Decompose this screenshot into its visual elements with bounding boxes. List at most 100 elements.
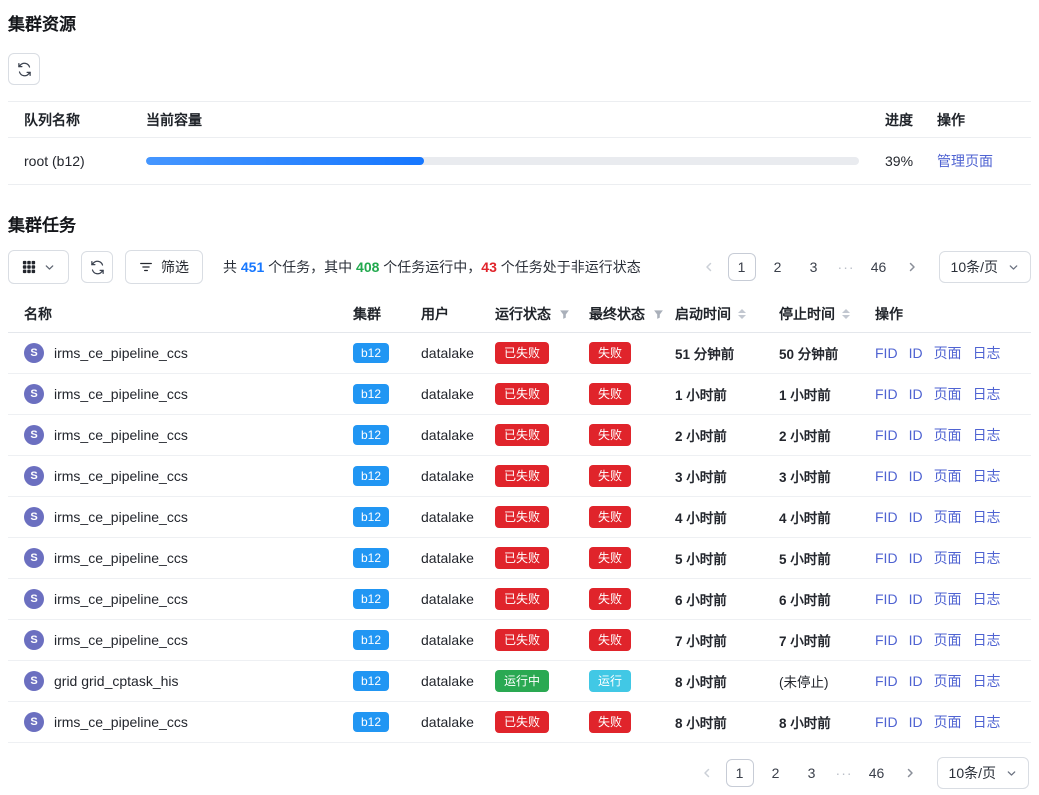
task-action-link[interactable]: 日志 xyxy=(973,671,1001,691)
manage-page-link[interactable]: 管理页面 xyxy=(937,153,993,169)
pagination-page-2[interactable]: 2 xyxy=(762,759,790,787)
task-action-link[interactable]: 日志 xyxy=(973,384,1001,404)
run-status-badge: 已失败 xyxy=(495,547,549,569)
task-action-link[interactable]: ID xyxy=(909,673,923,689)
run-status-badge: 已失败 xyxy=(495,506,549,528)
resources-refresh-button[interactable] xyxy=(8,53,40,85)
task-action-link[interactable]: 日志 xyxy=(973,425,1001,445)
task-type-icon: S xyxy=(24,507,44,527)
progress-column-header: 进度 xyxy=(885,110,937,130)
pagination-page-2[interactable]: 2 xyxy=(764,253,792,281)
table-row: S irms_ce_pipeline_ccs b12 datalake 已失败 … xyxy=(8,456,1031,497)
progress-value: 39% xyxy=(885,153,937,169)
filter-button[interactable]: 筛选 xyxy=(125,250,203,284)
task-action-link[interactable]: 页面 xyxy=(934,671,962,691)
filter-button-label: 筛选 xyxy=(161,257,189,277)
pagination-page-3[interactable]: 3 xyxy=(800,253,828,281)
task-action-link[interactable]: 页面 xyxy=(934,589,962,609)
pagination-page-3[interactable]: 3 xyxy=(798,759,826,787)
task-action-link[interactable]: ID xyxy=(909,509,923,525)
run-status-column-header: 运行状态 xyxy=(495,304,589,324)
task-action-link[interactable]: FID xyxy=(875,673,898,689)
task-action-link[interactable]: 日志 xyxy=(973,630,1001,650)
pagination-prev-button[interactable] xyxy=(696,767,718,779)
pagination-page-1[interactable]: 1 xyxy=(728,253,756,281)
task-action-link[interactable]: 页面 xyxy=(934,343,962,363)
start-time: 7 小时前 xyxy=(675,630,779,650)
page-size-select[interactable]: 10条/页 xyxy=(939,251,1031,283)
final-status-badge: 失败 xyxy=(589,547,631,569)
task-name: irms_ce_pipeline_ccs xyxy=(54,591,188,607)
tasks-refresh-button[interactable] xyxy=(81,251,113,283)
task-action-link[interactable]: ID xyxy=(909,468,923,484)
task-action-link[interactable]: FID xyxy=(875,632,898,648)
actions-column-header: 操作 xyxy=(937,110,1015,130)
queue-name-column-header: 队列名称 xyxy=(24,110,146,130)
pagination-page-46[interactable]: 46 xyxy=(863,759,891,787)
capacity-progress-fill xyxy=(146,157,424,165)
task-type-icon: S xyxy=(24,343,44,363)
chevron-down-icon xyxy=(1008,262,1019,273)
task-action-link[interactable]: 日志 xyxy=(973,712,1001,732)
view-mode-dropdown-button[interactable] xyxy=(8,250,69,284)
chevron-left-icon xyxy=(703,261,715,273)
pagination-prev-button[interactable] xyxy=(698,261,720,273)
task-name: irms_ce_pipeline_ccs xyxy=(54,714,188,730)
cluster-resources-title: 集群资源 xyxy=(8,10,1031,35)
page-size-value: 10条/页 xyxy=(949,763,996,783)
task-action-link[interactable]: FID xyxy=(875,591,898,607)
pagination-page-46[interactable]: 46 xyxy=(865,253,893,281)
task-actions: FID ID 页面日志 xyxy=(875,589,1015,609)
table-row: S irms_ce_pipeline_ccs b12 datalake 已失败 … xyxy=(8,702,1031,743)
task-action-link[interactable]: 日志 xyxy=(973,589,1001,609)
task-action-link[interactable]: 页面 xyxy=(934,466,962,486)
run-status-badge: 已失败 xyxy=(495,383,549,405)
start-time-sort-icon[interactable] xyxy=(738,309,746,319)
task-action-link[interactable]: ID xyxy=(909,550,923,566)
task-action-link[interactable]: 页面 xyxy=(934,712,962,732)
task-actions: FID ID 页面日志 xyxy=(875,384,1015,404)
task-action-link[interactable]: 日志 xyxy=(973,507,1001,527)
task-action-link[interactable]: ID xyxy=(909,591,923,607)
task-action-link[interactable]: ID xyxy=(909,714,923,730)
task-action-link[interactable]: 页面 xyxy=(934,548,962,568)
task-action-link[interactable]: FID xyxy=(875,714,898,730)
task-action-link[interactable]: ID xyxy=(909,345,923,361)
final-status-filter-icon[interactable] xyxy=(653,309,664,320)
task-action-link[interactable]: FID xyxy=(875,345,898,361)
task-action-link[interactable]: FID xyxy=(875,468,898,484)
task-actions-column-header: 操作 xyxy=(875,304,1015,324)
task-action-link[interactable]: ID xyxy=(909,427,923,443)
start-time: 2 小时前 xyxy=(675,425,779,445)
page-size-select[interactable]: 10条/页 xyxy=(937,757,1029,789)
task-action-link[interactable]: FID xyxy=(875,427,898,443)
start-time: 1 小时前 xyxy=(675,384,779,404)
pagination-page-1[interactable]: 1 xyxy=(726,759,754,787)
task-action-link[interactable]: 日志 xyxy=(973,343,1001,363)
task-action-link[interactable]: ID xyxy=(909,632,923,648)
run-status-badge: 运行中 xyxy=(495,670,549,692)
task-action-link[interactable]: FID xyxy=(875,386,898,402)
pagination-next-button[interactable] xyxy=(899,767,921,779)
task-action-link[interactable]: 页面 xyxy=(934,384,962,404)
table-row: S irms_ce_pipeline_ccs b12 datalake 已失败 … xyxy=(8,538,1031,579)
task-name: irms_ce_pipeline_ccs xyxy=(54,345,188,361)
pagination-next-button[interactable] xyxy=(901,261,923,273)
task-action-link[interactable]: 页面 xyxy=(934,630,962,650)
task-actions: FID ID 页面日志 xyxy=(875,425,1015,445)
task-type-icon: S xyxy=(24,589,44,609)
task-user: datalake xyxy=(421,673,495,689)
stop-time: 7 小时前 xyxy=(779,630,875,650)
task-action-link[interactable]: 日志 xyxy=(973,466,1001,486)
task-name: irms_ce_pipeline_ccs xyxy=(54,509,188,525)
task-action-link[interactable]: 页面 xyxy=(934,425,962,445)
running-task-count: 408 xyxy=(356,259,379,275)
task-action-link[interactable]: ID xyxy=(909,386,923,402)
task-action-link[interactable]: 页面 xyxy=(934,507,962,527)
run-status-filter-icon[interactable] xyxy=(559,309,570,320)
task-action-link[interactable]: FID xyxy=(875,550,898,566)
task-action-link[interactable]: 日志 xyxy=(973,548,1001,568)
task-action-link[interactable]: FID xyxy=(875,509,898,525)
refresh-icon xyxy=(90,260,105,275)
stop-time-sort-icon[interactable] xyxy=(842,309,850,319)
